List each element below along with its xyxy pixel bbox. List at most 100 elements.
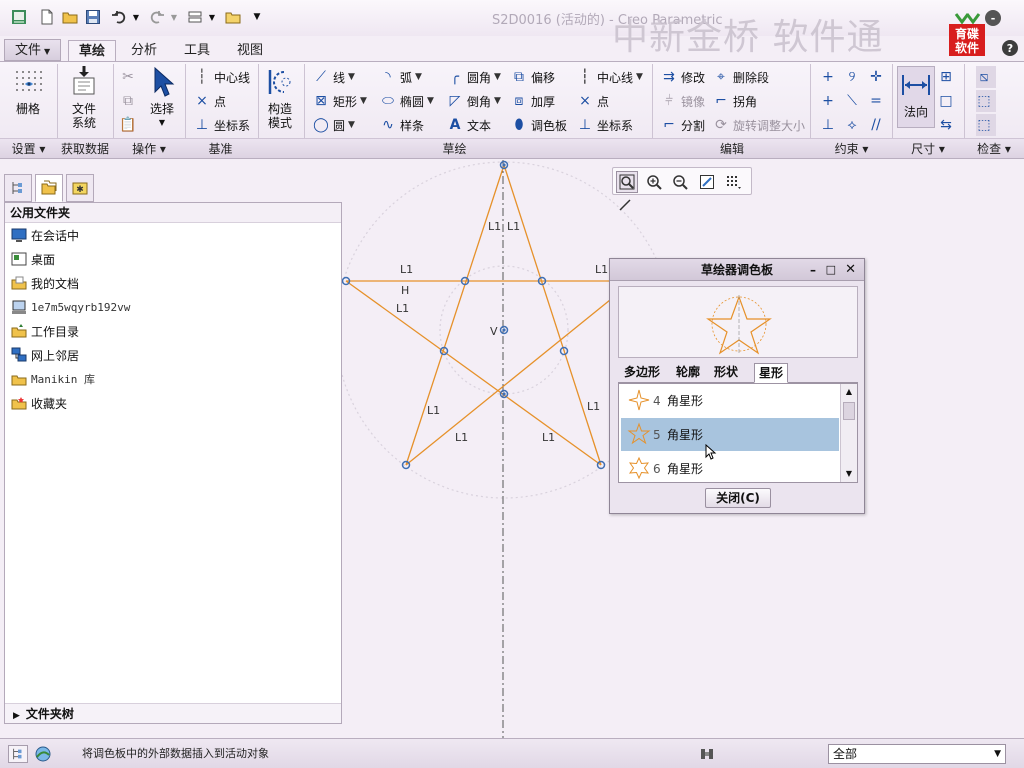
divide-button[interactable]: ⌐ 分割	[661, 114, 705, 136]
customize-dropdown-icon[interactable]: ▼	[250, 8, 264, 26]
shade-closed-loops-button[interactable]: ⬚	[976, 114, 996, 136]
thicken-button[interactable]: ⧈ 加厚	[511, 90, 555, 112]
symmetric-constraint-button[interactable]: ⟡	[844, 114, 864, 136]
open-folder-icon[interactable]	[61, 8, 79, 26]
tab-sketch[interactable]: 草绘	[68, 40, 117, 62]
folder-working-directory[interactable]: 工作目录	[5, 319, 341, 343]
group-settings[interactable]: 设置 ▾	[0, 138, 57, 158]
tab-file[interactable]: 文件 ▼	[4, 39, 62, 61]
perpendicular-constraint-button[interactable]: ⊥	[820, 114, 840, 136]
close-icon[interactable]: ✕	[845, 259, 856, 281]
file-system-button[interactable]: 文件 系统	[66, 66, 102, 130]
repaint-button[interactable]	[696, 171, 718, 193]
scroll-thumb[interactable]	[843, 402, 855, 420]
tab-view[interactable]: 视图	[227, 40, 273, 62]
csys-button[interactable]: ⊥ 坐标系	[577, 114, 633, 136]
highlight-open-ends-button[interactable]: ⬚	[976, 90, 996, 112]
paste-button[interactable]: 📋	[119, 114, 140, 136]
regenerate-dropdown-icon[interactable]: ▼	[207, 8, 217, 26]
group-dimension[interactable]: 尺寸 ▾	[892, 138, 964, 158]
minimize-icon[interactable]: –	[810, 259, 816, 281]
scroll-up-icon[interactable]: ▲	[841, 384, 857, 400]
chamfer-button[interactable]: ◸ 倒角 ▼	[447, 90, 501, 112]
group-inspect[interactable]: 检查 ▾	[964, 138, 1024, 158]
arc-button[interactable]: ◝ 弧 ▼	[380, 66, 422, 88]
mirror-button[interactable]: ⫩ 镜像	[661, 90, 705, 112]
circle-button[interactable]: ◯ 圆 ▼	[313, 114, 355, 136]
rotate-resize-button[interactable]: ⟳ 旋转调整大小	[713, 114, 805, 136]
spline-button[interactable]: ∿ 样条	[380, 114, 424, 136]
group-operations[interactable]: 操作 ▾	[113, 138, 185, 158]
palette-button[interactable]: ⬮ 调色板	[511, 114, 567, 136]
save-icon[interactable]	[84, 8, 102, 26]
tab-profile[interactable]: 轮廓	[672, 363, 704, 383]
window-icon[interactable]	[224, 8, 242, 26]
tab-tools[interactable]: 工具	[174, 40, 220, 62]
folder-tree-toggle[interactable]: ▶ 文件夹树	[5, 703, 341, 723]
list-item[interactable]: 6 角星形	[621, 452, 839, 482]
line-button[interactable]: ⟋ 线 ▼	[313, 66, 355, 88]
folder-browser-tab[interactable]	[35, 174, 63, 202]
app-icon[interactable]	[10, 8, 28, 26]
overlapping-geometry-button[interactable]: ⧅	[976, 66, 996, 88]
redo-icon[interactable]	[148, 8, 166, 26]
refit-button[interactable]	[616, 171, 638, 193]
tab-analysis[interactable]: 分析	[121, 40, 167, 62]
select-button[interactable]: 选择 ▼	[146, 66, 178, 130]
delete-segment-button[interactable]: ⌖ 删除段	[713, 66, 769, 88]
regenerate-icon[interactable]	[186, 8, 204, 26]
tab-shape[interactable]: 形状	[710, 363, 742, 383]
maximize-icon[interactable]: □	[826, 259, 836, 281]
grid-button[interactable]: 栅格	[10, 66, 46, 116]
centerline-button[interactable]: ┆ 中心线 ▼	[577, 66, 643, 88]
zoom-in-button[interactable]	[643, 171, 665, 193]
vertical-constraint-button[interactable]: +	[820, 66, 840, 88]
baseline-dimension-button[interactable]: ⇆	[938, 114, 958, 136]
list-item-selected[interactable]: 5 角星形	[621, 418, 839, 451]
equal-constraint-button[interactable]: =	[868, 90, 888, 112]
perimeter-dimension-button[interactable]: ⊞	[938, 66, 958, 88]
star-edge[interactable]	[503, 164, 602, 466]
browser-toggle-button[interactable]	[32, 744, 54, 764]
window-button-icon[interactable]: -	[985, 10, 1001, 26]
offset-button[interactable]: ⧉ 偏移	[511, 66, 555, 88]
folder-manikin-library[interactable]: Manikin 库	[5, 367, 341, 391]
modify-button[interactable]: ⇉ 修改	[661, 66, 705, 88]
new-file-icon[interactable]	[38, 8, 56, 26]
tab-polygon[interactable]: 多边形	[620, 363, 664, 383]
star-edge[interactable]	[405, 299, 611, 466]
model-tree-tab[interactable]	[4, 174, 32, 202]
coincident-constraint-button[interactable]: ⟍	[844, 90, 864, 112]
selection-filter-dropdown[interactable]: 全部 ▼	[828, 744, 1006, 764]
point-button[interactable]: × 点	[577, 90, 609, 112]
star-edge[interactable]	[405, 164, 505, 466]
construction-mode-button[interactable]: 构造 模式	[262, 66, 298, 130]
folder-desktop[interactable]: 桌面	[5, 247, 341, 271]
ellipse-button[interactable]: ⬭ 椭圆 ▼	[380, 90, 434, 112]
sketch-display-button[interactable]	[723, 171, 745, 193]
star-edge[interactable]	[345, 280, 602, 466]
redo-dropdown-icon[interactable]: ▼	[169, 8, 179, 26]
zoom-out-button[interactable]	[669, 171, 691, 193]
rectangle-button[interactable]: ⊠ 矩形 ▼	[313, 90, 367, 112]
folder-in-session[interactable]: 在会话中	[5, 223, 341, 247]
folder-my-documents[interactable]: 我的文档	[5, 271, 341, 295]
corner-button[interactable]: ⌐ 拐角	[713, 90, 757, 112]
undo-dropdown-icon[interactable]: ▼	[131, 8, 141, 26]
midpoint-constraint-button[interactable]: ✛	[868, 66, 888, 88]
copy-button[interactable]: ⧉	[120, 90, 140, 112]
folder-network[interactable]: 网上邻居	[5, 343, 341, 367]
reference-dimension-button[interactable]: □	[938, 90, 958, 112]
text-button[interactable]: A 文本	[447, 114, 491, 136]
favorites-tab[interactable]: ✱	[66, 174, 94, 202]
tangent-constraint-button[interactable]: ୨	[844, 66, 864, 88]
group-constrain[interactable]: 约束 ▾	[811, 138, 892, 158]
palette-titlebar[interactable]: 草绘器调色板 – □ ✕	[610, 259, 864, 281]
datum-csys-button[interactable]: ⊥ 坐标系	[194, 114, 250, 136]
folder-favorites[interactable]: 收藏夹	[5, 391, 341, 415]
datum-point-button[interactable]: × 点	[194, 90, 226, 112]
fillet-button[interactable]: ╭ 圆角 ▼	[447, 66, 501, 88]
close-button[interactable]: 关闭(C)	[705, 488, 771, 508]
normal-dimension-button[interactable]: 法向	[897, 66, 935, 128]
list-item[interactable]: 4 角星形	[621, 384, 839, 417]
